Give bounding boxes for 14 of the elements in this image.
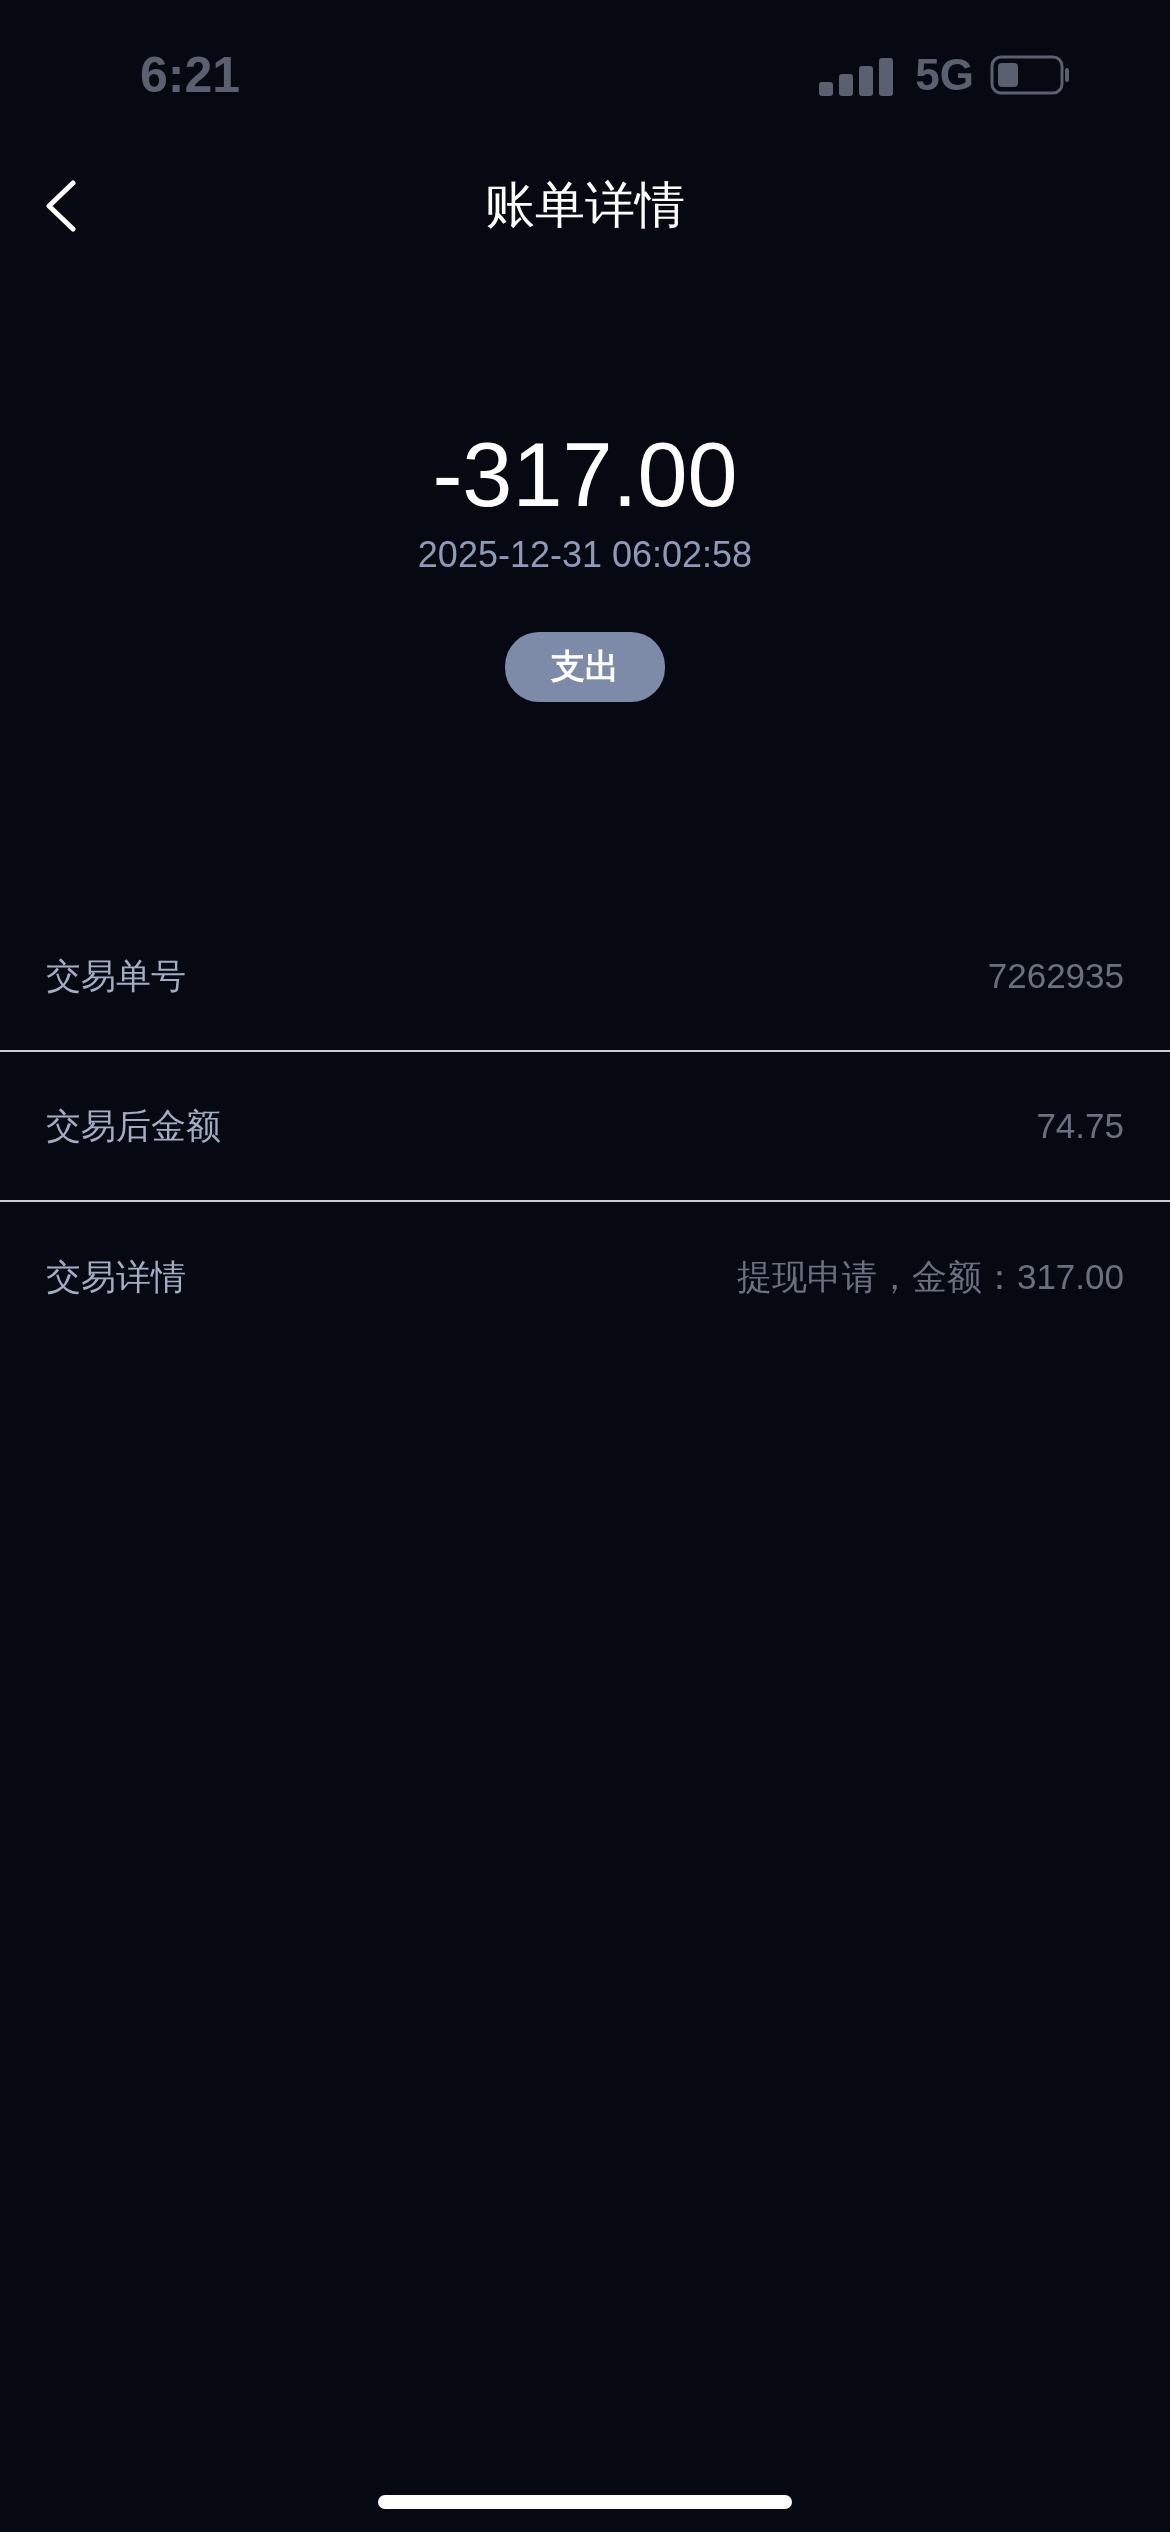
row-label: 交易后金额 [46,1104,221,1147]
battery-icon [990,55,1070,95]
network-label: 5G [915,50,974,100]
row-value: 74.75 [1036,1106,1124,1146]
row-value: 7262935 [987,956,1124,996]
page-title: 账单详情 [485,175,685,235]
type-badge: 支出 [505,632,665,702]
row-value: 提现申请，金额：317.00 [736,1255,1124,1298]
back-icon[interactable] [44,180,78,232]
amount: -317.00 [432,430,738,520]
row-label: 交易单号 [46,954,186,997]
row-label: 交易详情 [46,1255,186,1298]
status-time: 6:21 [140,46,241,104]
transaction-datetime: 2025-12-31 06:02:58 [417,534,753,576]
